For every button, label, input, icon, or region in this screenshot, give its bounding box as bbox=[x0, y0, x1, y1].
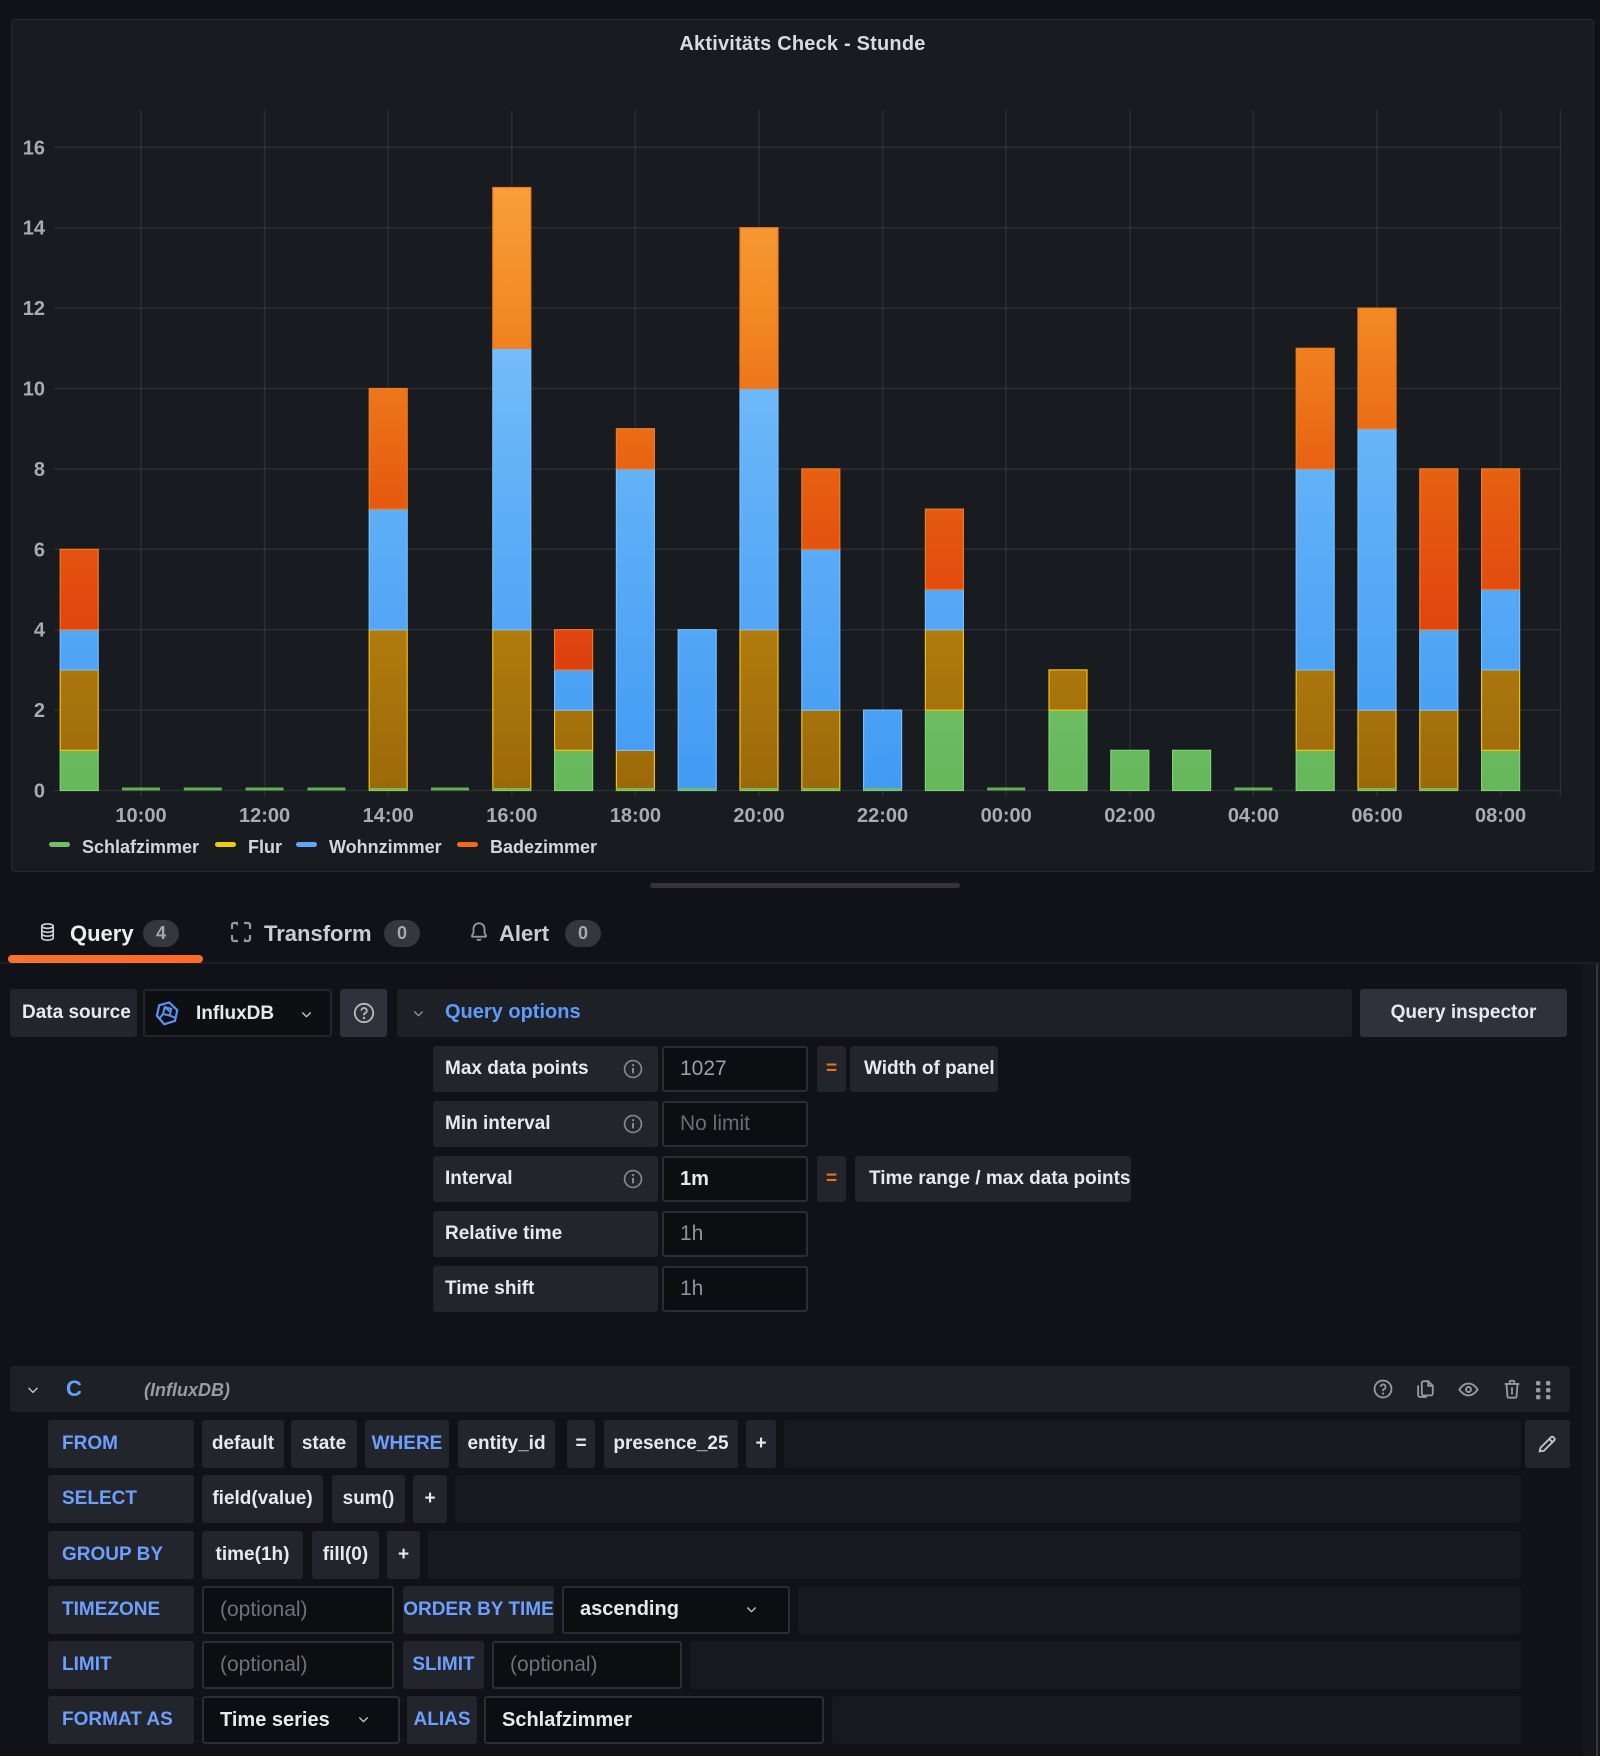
svg-text:18:00: 18:00 bbox=[610, 805, 661, 827]
svg-text:12: 12 bbox=[23, 298, 45, 320]
svg-text:6: 6 bbox=[34, 539, 45, 561]
svg-text:8: 8 bbox=[34, 459, 45, 481]
svg-text:04:00: 04:00 bbox=[1228, 805, 1279, 827]
svg-text:10:00: 10:00 bbox=[115, 805, 166, 827]
svg-text:20:00: 20:00 bbox=[733, 805, 784, 827]
svg-text:12:00: 12:00 bbox=[239, 805, 290, 827]
svg-text:16: 16 bbox=[23, 137, 45, 159]
svg-text:Schlafzimmer: Schlafzimmer bbox=[82, 837, 199, 857]
svg-text:22:00: 22:00 bbox=[857, 805, 908, 827]
svg-text:02:00: 02:00 bbox=[1104, 805, 1155, 827]
svg-text:08:00: 08:00 bbox=[1475, 805, 1526, 827]
svg-text:Badezimmer: Badezimmer bbox=[490, 837, 597, 857]
svg-text:00:00: 00:00 bbox=[981, 805, 1032, 827]
svg-text:2: 2 bbox=[34, 700, 45, 722]
svg-text:4: 4 bbox=[34, 620, 46, 642]
svg-text:16:00: 16:00 bbox=[486, 805, 537, 827]
svg-text:14: 14 bbox=[23, 218, 46, 240]
svg-text:06:00: 06:00 bbox=[1351, 805, 1402, 827]
svg-text:10: 10 bbox=[23, 379, 45, 401]
svg-text:14:00: 14:00 bbox=[363, 805, 414, 827]
svg-text:Flur: Flur bbox=[248, 837, 282, 857]
svg-text:0: 0 bbox=[34, 781, 45, 803]
svg-text:Wohnzimmer: Wohnzimmer bbox=[329, 837, 442, 857]
